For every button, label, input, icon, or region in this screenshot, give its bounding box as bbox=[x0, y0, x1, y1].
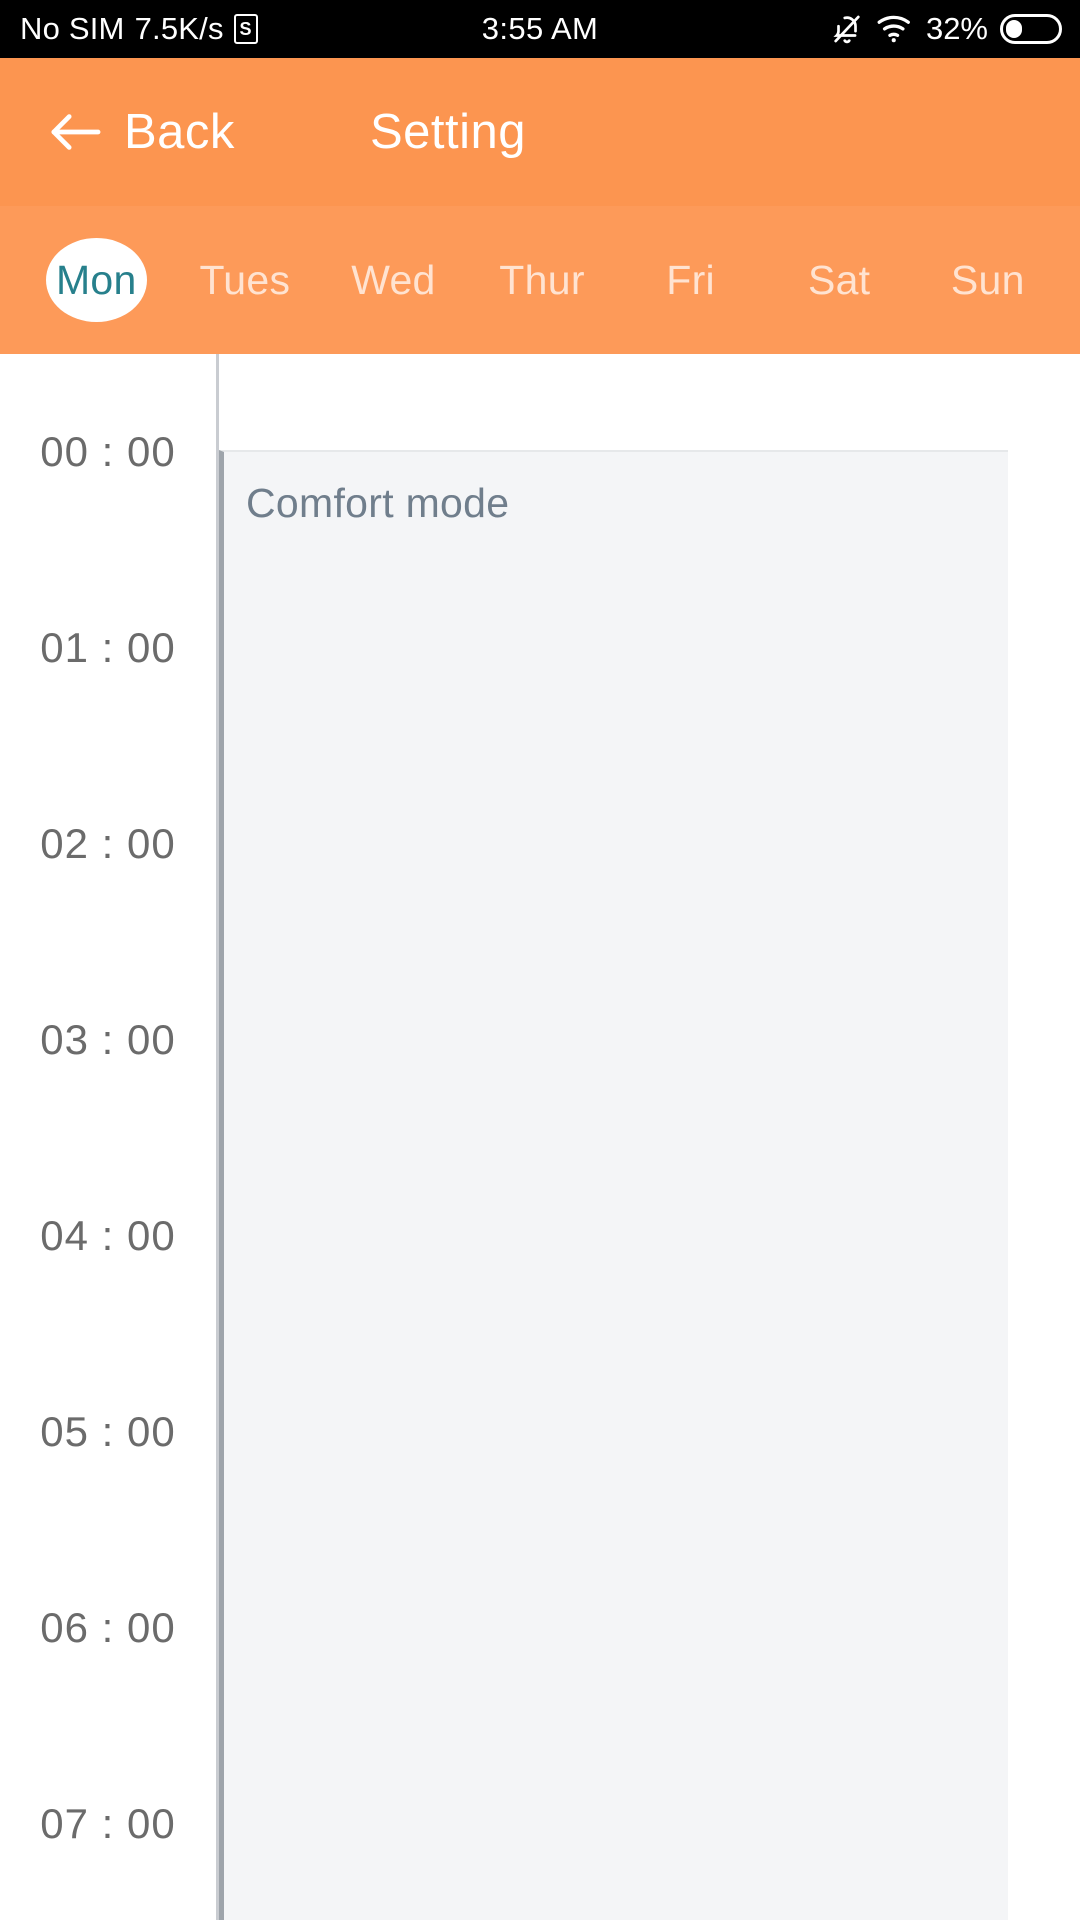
time-row: 03 : 00 bbox=[0, 942, 216, 1138]
day-tab-tues[interactable]: Tues bbox=[171, 206, 320, 354]
day-tab-wed[interactable]: Wed bbox=[319, 206, 468, 354]
time-label: 01 : 00 bbox=[40, 624, 176, 671]
day-tab-label: Fri bbox=[666, 256, 715, 303]
status-bar-left: No SIM 7.5K/s S bbox=[20, 11, 258, 47]
day-tab-label: Wed bbox=[351, 256, 436, 303]
time-row: 06 : 00 bbox=[0, 1530, 216, 1726]
time-label: 03 : 00 bbox=[40, 1016, 176, 1063]
time-row: 01 : 00 bbox=[0, 550, 216, 746]
back-button[interactable]: Back bbox=[48, 104, 235, 160]
day-tab-thur[interactable]: Thur bbox=[468, 206, 617, 354]
schedule-event-label: Comfort mode bbox=[246, 480, 510, 526]
events-column: Comfort mode bbox=[216, 354, 1008, 1920]
time-row: 04 : 00 bbox=[0, 1138, 216, 1334]
status-bar: No SIM 7.5K/s S 3:55 AM 32% bbox=[0, 0, 1080, 58]
carrier-label: No SIM bbox=[20, 11, 125, 46]
schedule-area[interactable]: 00 : 00 01 : 00 02 : 00 03 : 00 04 : 00 05 : … bbox=[0, 354, 1080, 1920]
day-tab-bar: Mon Tues Wed Thur Fri Sat Sun bbox=[0, 206, 1080, 354]
schedule-event-block[interactable]: Comfort mode bbox=[219, 450, 1008, 1920]
time-label: 07 : 00 bbox=[40, 1800, 176, 1847]
notifications-muted-icon bbox=[830, 11, 864, 47]
back-arrow-icon bbox=[48, 110, 102, 154]
day-tab-sun[interactable]: Sun bbox=[913, 206, 1062, 354]
day-tab-label: Mon bbox=[45, 238, 147, 322]
page-title: Setting bbox=[370, 105, 527, 159]
day-tab-sat[interactable]: Sat bbox=[765, 206, 914, 354]
time-label: 06 : 00 bbox=[40, 1604, 176, 1651]
time-label: 05 : 00 bbox=[40, 1408, 176, 1455]
time-axis-column: 00 : 00 01 : 00 02 : 00 03 : 00 04 : 00 05 : … bbox=[0, 354, 216, 1920]
day-tab-mon[interactable]: Mon bbox=[22, 206, 171, 354]
battery-icon bbox=[1000, 14, 1062, 44]
setting-schedule-screen: No SIM 7.5K/s S 3:55 AM 32% Back Setting… bbox=[0, 0, 1080, 1920]
day-tab-label: Thur bbox=[499, 256, 585, 303]
day-tab-label: Tues bbox=[199, 256, 291, 303]
time-label: 02 : 00 bbox=[40, 820, 176, 867]
time-row: 07 : 00 bbox=[0, 1726, 216, 1920]
back-button-label: Back bbox=[124, 105, 235, 159]
network-speed-label: 7.5K/s bbox=[134, 11, 224, 46]
wifi-icon bbox=[876, 14, 914, 44]
time-row: 05 : 00 bbox=[0, 1334, 216, 1530]
time-row: 00 : 00 bbox=[0, 354, 216, 550]
sim-card-icon: S bbox=[233, 14, 258, 44]
time-label: 00 : 00 bbox=[40, 428, 176, 475]
app-header: Back Setting bbox=[0, 58, 1080, 206]
day-tab-fri[interactable]: Fri bbox=[616, 206, 765, 354]
time-label: 04 : 00 bbox=[40, 1212, 176, 1259]
day-tab-label: Sun bbox=[950, 256, 1025, 303]
day-tab-label: Sat bbox=[807, 256, 871, 303]
time-row: 02 : 00 bbox=[0, 746, 216, 942]
battery-fill bbox=[1006, 20, 1022, 38]
status-bar-right: 32% bbox=[830, 11, 1062, 47]
battery-percent-label: 32% bbox=[925, 11, 988, 46]
